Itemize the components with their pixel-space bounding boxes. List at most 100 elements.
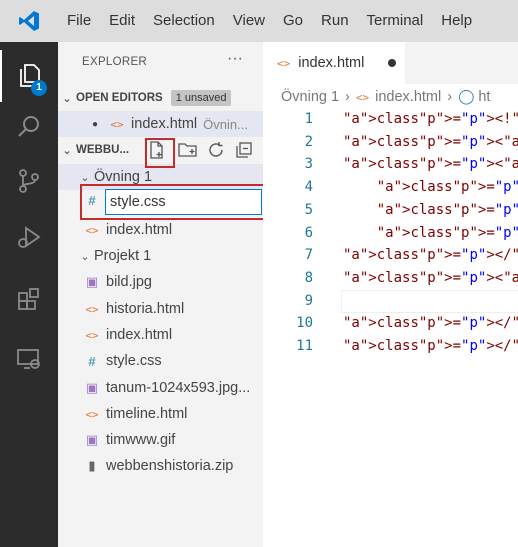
- explorer-badge: 1: [31, 80, 47, 96]
- html-file-icon: <>: [85, 302, 99, 316]
- file-name: timeline.html: [106, 406, 188, 422]
- file-name: tanum-1024x593.jpg...: [106, 380, 251, 396]
- code-line[interactable]: 11 "a">class"p">="p"></"a">class"p">="t">…: [263, 335, 518, 358]
- code-line[interactable]: 2 "a">class"p">="p"><"a">class"p">="t">ht…: [263, 131, 518, 154]
- html-file-icon: <>: [110, 117, 124, 131]
- file-name: historia.html: [106, 301, 185, 317]
- new-file-icon[interactable]: [148, 140, 166, 163]
- file-row[interactable]: ▣ timwww.gif: [58, 427, 263, 453]
- unsaved-badge: 1 unsaved: [170, 90, 232, 106]
- css-file-icon: #: [88, 353, 96, 369]
- more-actions-icon[interactable]: ···: [227, 50, 243, 68]
- code-text: "a">class"p">="p"><!"a">class"p">="t">DO…: [343, 111, 518, 127]
- code-line[interactable]: 7 "a">class"p">="p"></"a">class"p">="t">h…: [263, 244, 518, 267]
- extensions-icon: [15, 285, 43, 316]
- run-debug-activity[interactable]: [0, 212, 58, 264]
- unsaved-dot-icon: ●: [92, 118, 99, 130]
- refresh-icon[interactable]: [207, 141, 225, 162]
- collapse-all-icon[interactable]: [235, 141, 253, 162]
- explorer-activity[interactable]: 1: [0, 50, 58, 102]
- menu-help[interactable]: Help: [432, 0, 481, 42]
- folder-ovning-1[interactable]: ⌄ Övning 1: [58, 164, 263, 190]
- open-editors-header[interactable]: ⌄ OPEN EDITORS 1 unsaved: [58, 87, 263, 109]
- search-activity[interactable]: [0, 102, 58, 154]
- code-line[interactable]: 4 "a">class"p">="p"><"a">class"p">="t">m…: [263, 176, 518, 199]
- menu-terminal[interactable]: Terminal: [358, 0, 433, 42]
- chevron-down-icon: ⌄: [80, 171, 90, 184]
- open-editor-item[interactable]: ● <> index.html Övnin...: [58, 111, 263, 137]
- code-text: "a">class"p">="p"><"a">class"p">="t">met…: [376, 179, 518, 196]
- breadcrumb-file[interactable]: index.html: [375, 89, 441, 105]
- folder-projekt-1[interactable]: ⌄ Projekt 1: [58, 243, 263, 269]
- file-row[interactable]: ▮ webbenshistoria.zip: [58, 453, 263, 479]
- file-row[interactable]: ▣ bild.jpg: [58, 269, 263, 295]
- html-file-icon: <>: [85, 407, 99, 421]
- explorer-title: EXPLORER: [82, 56, 148, 68]
- html-file-icon: <>: [85, 328, 99, 342]
- open-editor-name: index.html: [131, 116, 198, 132]
- source-control-activity[interactable]: [0, 156, 58, 208]
- line-number: 6: [304, 224, 313, 241]
- file-name: timwww.gif: [106, 432, 176, 448]
- code-line[interactable]: 1 "a">class"p">="p"><!"a">class"p">="t">D…: [263, 108, 518, 131]
- chevron-right-icon: ›: [447, 89, 453, 105]
- html-file-icon: <>: [277, 56, 291, 70]
- css-file-icon: #: [88, 193, 96, 208]
- code-line[interactable]: 9: [263, 289, 518, 313]
- new-folder-icon[interactable]: [178, 141, 198, 162]
- explorer-sidebar: EXPLORER ··· ⌄ OPEN EDITORS 1 unsaved ● …: [58, 42, 266, 547]
- code-line[interactable]: 8 "a">class"p">="p"><"a">class"p">="t">bo…: [263, 267, 518, 290]
- chevron-down-icon: ⌄: [62, 144, 72, 157]
- file-row[interactable]: <> historia.html: [58, 296, 263, 322]
- code-line[interactable]: 10 "a">class"p">="p"></"a">class"p">="t">…: [263, 312, 518, 335]
- file-name: style.css: [106, 353, 162, 369]
- code-text: "a">class"p">="p"><"a">class"p">="t">hea…: [343, 156, 518, 173]
- image-file-icon: ▣: [85, 274, 99, 289]
- chevron-down-icon: ⌄: [80, 250, 90, 263]
- breadcrumb-folder[interactable]: Övning 1: [281, 89, 339, 105]
- menu-view[interactable]: View: [224, 0, 274, 42]
- chevron-down-icon: ⌄: [62, 92, 72, 105]
- file-row[interactable]: <> timeline.html: [58, 401, 263, 427]
- folder-name: Övning 1: [94, 169, 153, 185]
- image-file-icon: ▣: [85, 380, 99, 395]
- file-name: index.html: [106, 222, 173, 238]
- code-text: "a">class"p">="p"><"a">class"p">="t">tit…: [376, 224, 518, 241]
- line-number: 10: [296, 315, 313, 332]
- activity-bar: 1: [0, 42, 58, 547]
- menu-go[interactable]: Go: [274, 0, 312, 42]
- code-text: "a">class"p">="p"><"a">class"p">="t">htm…: [343, 133, 518, 150]
- line-number: 1: [304, 111, 313, 127]
- unsaved-dot-icon[interactable]: [388, 59, 396, 67]
- breadcrumb-symbol[interactable]: ht: [478, 89, 490, 105]
- menu-file[interactable]: File: [58, 0, 100, 42]
- new-file-name-input[interactable]: [105, 189, 262, 215]
- file-name: bild.jpg: [106, 274, 152, 290]
- file-row[interactable]: <> index.html: [58, 217, 263, 243]
- file-name: webbenshistoria.zip: [106, 458, 234, 474]
- code-text: "a">class"p">="p"></"a">class"p">="t">ht…: [343, 338, 518, 354]
- open-editor-path: Övnin...: [203, 116, 248, 132]
- line-number: 9: [304, 292, 313, 309]
- remote-explorer-activity[interactable]: [0, 334, 58, 386]
- file-row[interactable]: ▣ tanum-1024x593.jpg...: [58, 375, 263, 401]
- zip-file-icon: ▮: [88, 458, 96, 473]
- file-row[interactable]: # style.css: [58, 348, 263, 374]
- file-name: index.html: [106, 327, 173, 343]
- image-file-icon: ▣: [85, 432, 99, 447]
- menu-run[interactable]: Run: [312, 0, 358, 42]
- code-line[interactable]: 3 "a">class"p">="p"><"a">class"p">="t">he…: [263, 153, 518, 176]
- menu-selection[interactable]: Selection: [144, 0, 224, 42]
- extensions-activity[interactable]: [0, 274, 58, 326]
- tab-index-html[interactable]: <> index.html: [263, 42, 405, 84]
- code-line[interactable]: 5 "a">class"p">="p"><"a">class"p">="t">m…: [263, 199, 518, 222]
- code-text: "a">class"p">="p"><"a">class"p">="t">bod…: [343, 269, 518, 286]
- vscode-logo-icon: [0, 0, 58, 42]
- open-editors-label: OPEN EDITORS: [76, 92, 163, 104]
- symbol-icon: ◯: [458, 89, 475, 105]
- code-line[interactable]: 6 "a">class"p">="p"><"a">class"p">="t">t…: [263, 222, 518, 245]
- source-control-icon: [15, 167, 43, 198]
- line-number: 11: [296, 338, 313, 354]
- file-row[interactable]: <> index.html: [58, 322, 263, 348]
- menu-edit[interactable]: Edit: [100, 0, 144, 42]
